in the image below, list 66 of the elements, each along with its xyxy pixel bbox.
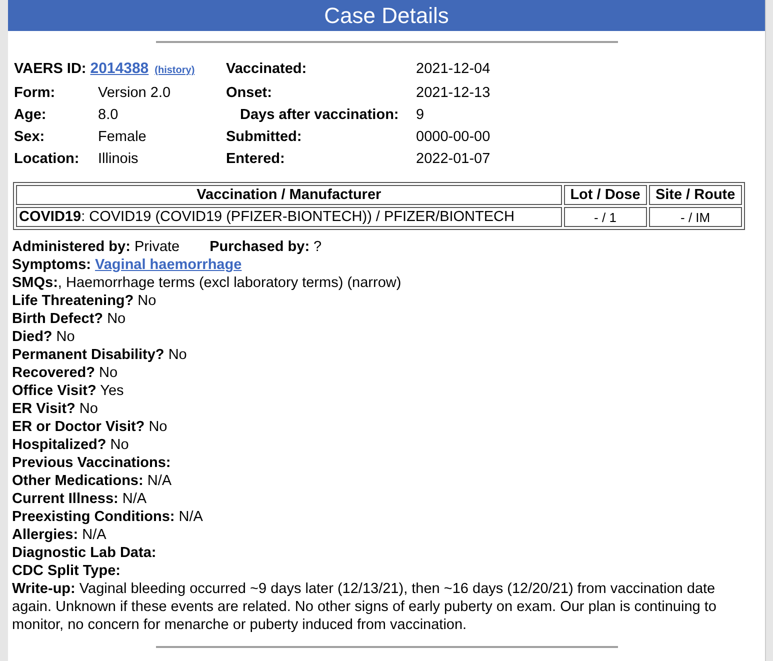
field-label: SMQs: — [12, 275, 58, 291]
field-label: Office Visit? — [12, 383, 96, 399]
field-label: Purchased by: — [210, 239, 310, 255]
field-label: Current Illness: — [12, 491, 118, 507]
table-cell: - / 1 — [564, 207, 647, 227]
column-header: Site / Route — [648, 185, 742, 205]
field-value: No — [148, 419, 168, 435]
field-label: Location: — [14, 151, 80, 167]
field-label: Other Medications: — [12, 473, 144, 489]
field-label: CDC Split Type: — [12, 563, 120, 579]
field-value: N/A — [178, 509, 203, 525]
column-header: Vaccination / Manufacturer — [16, 185, 562, 205]
table-cell: COVID19: COVID19 (COVID19 (PFIZER-BIONTECH)) / PFIZER/BIONTECH — [16, 207, 562, 227]
field-value: N/A — [146, 473, 172, 489]
field-value: No — [136, 293, 156, 309]
field-value: 2021-12-04 — [416, 61, 490, 77]
field-label: Recovered? — [12, 365, 96, 381]
field-value: Yes — [99, 383, 124, 399]
field-value: No — [106, 311, 126, 327]
field-value: Version 2.0 — [98, 85, 171, 101]
field-value: No — [167, 347, 187, 363]
field-label: Form: — [14, 85, 56, 101]
field-value: 2022-01-07 — [416, 151, 490, 167]
field-label: VAERS ID: — [14, 61, 86, 77]
field-label: Birth Defect? — [12, 311, 104, 327]
field-value: 9 — [416, 107, 424, 123]
field-label: Previous Vaccinations: — [12, 455, 171, 471]
field-value: 8.0 — [98, 107, 118, 123]
field-label: Vaccinated: — [226, 61, 307, 77]
field-label: Allergies: — [12, 527, 78, 543]
field-label: Submitted: — [226, 129, 302, 145]
field-label: Life Threatening? — [12, 293, 134, 309]
field-value: No — [109, 437, 129, 453]
field-label: Days after vaccination: — [240, 107, 399, 123]
field-value: 0000-00-00 — [416, 129, 490, 145]
field-value: Female — [98, 129, 146, 145]
field-label: Sex: — [14, 129, 45, 145]
field-label: Entered: — [226, 151, 285, 167]
table-cell: - / IM — [648, 207, 742, 227]
field-label: Onset: — [226, 85, 272, 101]
field-label: Diagnostic Lab Data: — [12, 545, 156, 561]
page-title: Case Details — [8, 0, 765, 31]
field-value: No — [55, 329, 75, 345]
field-label: Age: — [14, 107, 46, 123]
field-value: Private — [133, 239, 180, 255]
field-value: , Haemorrhage terms (excl laboratory terms) (narrow) — [58, 275, 402, 291]
field-label: Symptoms: — [12, 257, 91, 273]
field-label: ER or Doctor Visit? — [12, 419, 145, 435]
write-up-text: Write-up: Vaginal bleeding occurred ~9 days later (12/13/21), then ~16 days (12/20/21) from vaccination date again. Unknown if these events are related. No other signs of early puberty on exam. Our plan is continuing to monitor, no concern for menarche or puberty induced from vaccination. — [12, 580, 718, 634]
symptom-link[interactable]: Vaginal haemorrhage — [95, 257, 242, 273]
field-label: ER Visit? — [12, 401, 76, 417]
field-value: No — [78, 401, 98, 417]
field-label: Died? — [12, 329, 52, 345]
field-value: N/A — [121, 491, 147, 507]
field-label: Hospitalized? — [12, 437, 106, 453]
field-label: Administered by: — [12, 239, 130, 255]
field-value: Illinois — [98, 151, 138, 167]
field-label: Preexisting Conditions: — [12, 509, 175, 525]
column-header: Lot / Dose — [564, 185, 647, 205]
history-link[interactable]: (history) — [154, 65, 195, 76]
field-value: ? — [312, 239, 322, 255]
field-value: No — [98, 365, 118, 381]
field-value: 2021-12-13 — [416, 85, 490, 101]
id-link[interactable]: 2014388 — [90, 60, 149, 77]
field-value: N/A — [81, 527, 106, 543]
field-label: Permanent Disability? — [12, 347, 164, 363]
